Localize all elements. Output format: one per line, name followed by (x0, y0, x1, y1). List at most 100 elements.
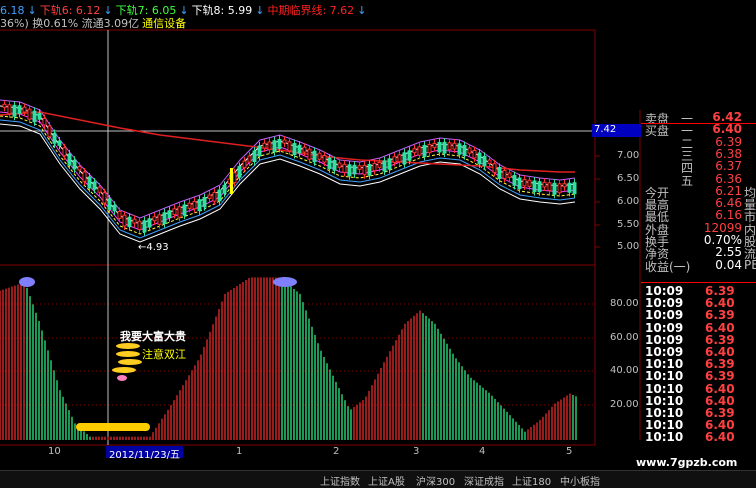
candle-body (432, 142, 437, 148)
candle-body (122, 214, 127, 227)
candle-body (42, 118, 47, 126)
candle-body (67, 153, 72, 166)
candle-body (37, 112, 42, 120)
candle-body (72, 159, 77, 170)
candle-body (262, 142, 267, 149)
ma-band-line (0, 99, 576, 219)
candle-body (382, 160, 387, 172)
candle-body (247, 155, 252, 163)
candle-body (487, 159, 492, 164)
candle-body (132, 218, 137, 224)
candle-body (467, 147, 472, 154)
candle-body (277, 139, 282, 149)
candle-body (457, 143, 462, 155)
candle-body (502, 170, 507, 179)
cursor-price: 7.42 (594, 124, 617, 135)
candle-body (492, 163, 497, 173)
price-tick: 5.00 (617, 241, 640, 252)
index-tab[interactable]: 上证指数 (320, 473, 360, 488)
candle-body (287, 141, 292, 152)
candle-body (152, 216, 157, 222)
cursor-price-box: 7.42 (592, 124, 642, 137)
index-tab[interactable]: 沪深300 (416, 473, 455, 488)
top-signal-badge (273, 277, 297, 287)
tick-row: 10:10 6.40 (641, 430, 756, 444)
cursor-date: 2012/11/23/五 (106, 446, 184, 461)
signal-marker (112, 367, 136, 373)
candle-body (47, 125, 52, 138)
signal-bar (230, 168, 233, 194)
candle-body (172, 208, 177, 215)
indicator-tick: 60.00 (610, 332, 639, 343)
candle-body (452, 142, 457, 150)
candle-body (222, 184, 227, 194)
candle-body (512, 175, 517, 186)
candle-body (532, 180, 537, 193)
candle-body (2, 103, 7, 108)
candle-body (177, 206, 182, 218)
tick-price: 6.40 (705, 430, 735, 445)
candle-body (567, 182, 572, 193)
candle-body (317, 152, 322, 160)
candle-body (57, 140, 62, 146)
signal-text-top: 我要大富大贵 (120, 330, 186, 343)
candle-body (347, 164, 352, 177)
candle-body (417, 146, 422, 156)
bottom-signal-strip (76, 423, 150, 431)
candle-body (447, 142, 452, 151)
candle-body (207, 194, 212, 199)
candle-body (507, 172, 512, 178)
candle-body (437, 141, 442, 153)
candle-body (497, 167, 502, 179)
candle-body (562, 183, 567, 188)
candle-body (212, 192, 217, 202)
index-tab[interactable]: 上证A股 (368, 473, 405, 488)
candle-body (242, 160, 247, 168)
candle-body (367, 163, 372, 176)
candle-body (412, 148, 417, 154)
low-price-label: ←4.93 (138, 242, 169, 253)
candle-body (157, 214, 162, 225)
candle-body (527, 179, 532, 187)
candle-body (552, 182, 557, 195)
candle-body (232, 172, 237, 184)
candle-body (182, 204, 187, 216)
signal-marker (117, 375, 127, 381)
candle-body (217, 189, 222, 202)
signal-marker (116, 351, 140, 357)
candle-body (167, 210, 172, 219)
candle-body (117, 211, 122, 219)
quote-panel: 卖盘一 6.42 买盘一 6.40 二 6.39 三 6.38 四 6.37 五 6.36 今开 6.21… (641, 110, 756, 444)
time-tick: 3 (413, 446, 420, 457)
index-tab[interactable]: 上证180 (512, 473, 551, 488)
candle-body (127, 216, 132, 228)
candle-body (137, 220, 142, 231)
signal-marker (118, 359, 142, 365)
candle-body (27, 108, 32, 120)
candle-body (332, 160, 337, 171)
candle-body (472, 150, 477, 159)
candle-body (92, 181, 97, 190)
candle-body (302, 146, 307, 153)
index-tab[interactable]: 中小板指 (560, 473, 600, 488)
candle-body (297, 144, 302, 154)
price-tick: 6.00 (617, 196, 640, 207)
candle-body (557, 183, 562, 194)
time-tick: 1 (236, 446, 243, 457)
candle-body (102, 192, 107, 204)
price-tick: 6.50 (617, 173, 640, 184)
index-tab[interactable]: 深证成指 (464, 473, 504, 488)
candle-body (392, 156, 397, 163)
candle-body (397, 154, 402, 163)
candle-body (342, 163, 347, 173)
candle-body (322, 155, 327, 163)
tick-time: 10:10 (645, 430, 684, 445)
candle-body (112, 204, 117, 212)
candle-body (547, 182, 552, 191)
candle-body (82, 171, 87, 182)
candle-body (462, 145, 467, 157)
candle-body (337, 162, 342, 168)
candle-body (32, 110, 37, 123)
watermark: www.7gpzb.com (636, 456, 738, 469)
signal-text: 注意双江 (142, 348, 186, 361)
